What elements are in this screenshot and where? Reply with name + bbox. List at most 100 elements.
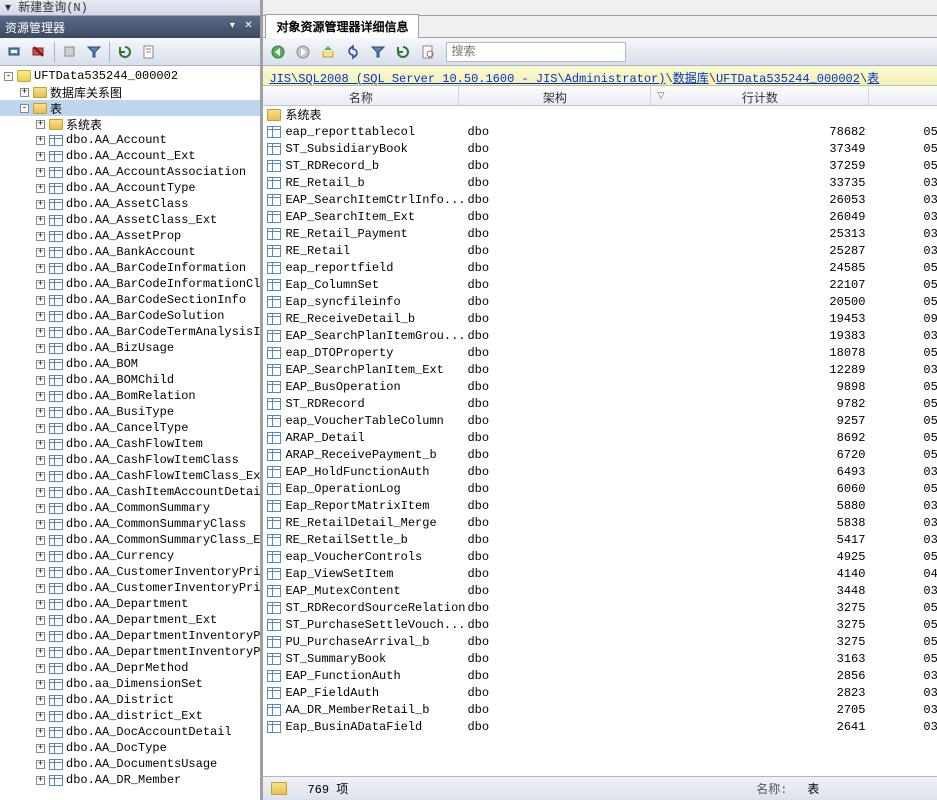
object-explorer-tree[interactable]: -UFTData535244_000002+数据库关系图-表+系统表+dbo.A… <box>0 66 260 800</box>
grid-row[interactable]: Eap_syncfileinfodbo2050005/09/2013 <box>263 293 937 310</box>
expander-icon[interactable]: + <box>36 680 45 689</box>
grid-row[interactable]: AA_DR_MemberRetail_bdbo270503/09/2013 <box>263 701 937 718</box>
tree-node-table[interactable]: +dbo.AA_CashFlowItem <box>0 436 260 452</box>
grid-row[interactable]: EAP_SearchPlanItem_Extdbo1228903/09/2013 <box>263 361 937 378</box>
grid-row[interactable]: EAP_MutexContentdbo344803/09/2013 <box>263 582 937 599</box>
tree-node-table[interactable]: +dbo.AA_BarCodeSectionInfo <box>0 292 260 308</box>
tree-node-table[interactable]: +dbo.AA_district_Ext <box>0 708 260 724</box>
tree-node-table[interactable]: +dbo.AA_DeprMethod <box>0 660 260 676</box>
path-db[interactable]: 数据库 <box>673 72 709 86</box>
tree-node-table[interactable]: +dbo.AA_AccountAssociation <box>0 164 260 180</box>
grid-row[interactable]: EAP_SearchItemCtrlInfo...dbo2605303/09/2… <box>263 191 937 208</box>
expander-icon[interactable]: + <box>36 552 45 561</box>
expander-icon[interactable]: + <box>36 168 45 177</box>
tree-node-table[interactable]: +dbo.AA_CustomerInventoryPri <box>0 564 260 580</box>
grid-row[interactable]: RE_RetailDetail_Mergedbo583803/09/2013 <box>263 514 937 531</box>
grid-row[interactable]: eap_VoucherTableColumndbo925705/25/2009 <box>263 412 937 429</box>
expander-icon[interactable]: + <box>36 248 45 257</box>
tree-node-table[interactable]: +dbo.AA_DocType <box>0 740 260 756</box>
expander-icon[interactable]: + <box>36 136 45 145</box>
col-header-schema[interactable]: 架构 <box>459 86 651 105</box>
grid-row[interactable]: Eap_BusinADataFielddbo264103/09/2013 <box>263 718 937 735</box>
grid-row[interactable]: ST_SubsidiaryBookdbo3734905/25/2009 <box>263 140 937 157</box>
grid-row[interactable]: EAP_BusOperationdbo989805/25/2009 <box>263 378 937 395</box>
up-button[interactable] <box>317 41 339 63</box>
refresh-button[interactable] <box>114 41 136 63</box>
expander-icon[interactable]: - <box>20 104 29 113</box>
tree-node-table[interactable]: +dbo.AA_DepartmentInventoryP <box>0 644 260 660</box>
grid-row[interactable]: ST_PurchaseSettleVouch...dbo327505/25/20… <box>263 616 937 633</box>
properties-button[interactable] <box>138 41 160 63</box>
tree-node-systemtables[interactable]: +系统表 <box>0 116 260 132</box>
filter-button[interactable] <box>83 41 105 63</box>
expander-icon[interactable]: + <box>36 664 45 673</box>
tree-node-table[interactable]: +dbo.AA_BarCodeInformationCl <box>0 276 260 292</box>
grid-row[interactable]: EAP_FieldAuthdbo282303/09/2013 <box>263 684 937 701</box>
grid-row[interactable]: RE_Retail_Paymentdbo2531303/09/2013 <box>263 225 937 242</box>
sync-button[interactable] <box>342 41 364 63</box>
expander-icon[interactable]: + <box>36 264 45 273</box>
tree-node-table[interactable]: +dbo.AA_BarCodeSolution <box>0 308 260 324</box>
grid-row[interactable]: ST_RDRecordSourceRelationdbo327505/25/20… <box>263 599 937 616</box>
col-header-rows[interactable]: ▽行计数 <box>651 86 869 105</box>
grid-row[interactable]: Eap_ColumnSetdbo2210705/25/2009 <box>263 276 937 293</box>
grid-row[interactable]: eap_DTOPropertydbo1807805/25/2009 <box>263 344 937 361</box>
tree-node-table[interactable]: +dbo.AA_Currency <box>0 548 260 564</box>
expander-icon[interactable]: + <box>36 376 45 385</box>
expander-icon[interactable]: + <box>36 584 45 593</box>
grid-row[interactable]: RE_Retail_bdbo3373503/09/2013 <box>263 174 937 191</box>
grid-row[interactable]: RE_RetailSettle_bdbo541703/09/2013 <box>263 531 937 548</box>
expander-icon[interactable]: + <box>36 312 45 321</box>
disconnect-button[interactable] <box>28 41 50 63</box>
expander-icon[interactable]: + <box>36 600 45 609</box>
close-panel-icon[interactable]: ✕ <box>241 20 255 34</box>
tree-node-database[interactable]: -UFTData535244_000002 <box>0 68 260 84</box>
dock-dropdown-icon[interactable]: ▾ <box>225 20 239 34</box>
tree-node-table[interactable]: +dbo.AA_CashFlowItemClass_Ex <box>0 468 260 484</box>
grid-row[interactable]: PU_PurchaseArrival_bdbo327505/25/2009 <box>263 633 937 650</box>
expander-icon[interactable]: + <box>20 88 29 97</box>
grid-row[interactable]: eap_reportfielddbo2458505/25/2009 <box>263 259 937 276</box>
path-dbname[interactable]: UFTData535244_000002 <box>716 72 860 86</box>
tree-node-table[interactable]: +dbo.AA_DepartmentInventoryP <box>0 628 260 644</box>
grid-row[interactable]: ST_SummaryBookdbo316305/25/2009 <box>263 650 937 667</box>
expander-icon[interactable]: + <box>36 152 45 161</box>
grid-row[interactable]: EAP_SearchItem_Extdbo2604903/09/2013 <box>263 208 937 225</box>
tree-node-table[interactable]: +dbo.AA_DR_Member <box>0 772 260 788</box>
path-node[interactable]: 表 <box>867 72 879 86</box>
expander-icon[interactable]: + <box>36 616 45 625</box>
expander-icon[interactable]: + <box>36 456 45 465</box>
grid-row[interactable]: ST_RDRecord_bdbo3725905/25/2009 <box>263 157 937 174</box>
grid-row[interactable]: eap_reporttablecoldbo7868205/25/2009 <box>263 123 937 140</box>
expander-icon[interactable]: + <box>36 344 45 353</box>
tree-node-table[interactable]: +dbo.AA_CustomerInventoryPri <box>0 580 260 596</box>
tree-node-table[interactable]: +dbo.AA_BomRelation <box>0 388 260 404</box>
expander-icon[interactable]: + <box>36 216 45 225</box>
tree-node-table[interactable]: +dbo.AA_DocumentsUsage <box>0 756 260 772</box>
grid-row[interactable]: EAP_HoldFunctionAuthdbo649303/09/2013 <box>263 463 937 480</box>
tree-node-table[interactable]: +dbo.AA_BarCodeInformation <box>0 260 260 276</box>
expander-icon[interactable]: + <box>36 696 45 705</box>
back-button[interactable] <box>267 41 289 63</box>
tree-node-table[interactable]: +dbo.AA_Department <box>0 596 260 612</box>
expander-icon[interactable]: + <box>36 744 45 753</box>
tree-node-table[interactable]: +dbo.AA_District <box>0 692 260 708</box>
search-button[interactable] <box>417 41 439 63</box>
expander-icon[interactable]: + <box>36 280 45 289</box>
tree-node-table[interactable]: +dbo.AA_Account <box>0 132 260 148</box>
tree-node-table[interactable]: +dbo.AA_AccountType <box>0 180 260 196</box>
connect-button[interactable] <box>4 41 26 63</box>
expander-icon[interactable]: + <box>36 712 45 721</box>
tree-node-table[interactable]: +dbo.AA_CancelType <box>0 420 260 436</box>
expander-icon[interactable]: + <box>36 520 45 529</box>
expander-icon[interactable]: + <box>36 440 45 449</box>
tree-node-table[interactable]: +dbo.AA_Department_Ext <box>0 612 260 628</box>
tree-node-table[interactable]: +dbo.AA_CommonSummary <box>0 500 260 516</box>
expander-icon[interactable]: + <box>36 120 45 129</box>
tree-node-table[interactable]: +dbo.AA_BizUsage <box>0 340 260 356</box>
tree-node-table[interactable]: +dbo.AA_Account_Ext <box>0 148 260 164</box>
expander-icon[interactable]: + <box>36 296 45 305</box>
filter-button[interactable] <box>367 41 389 63</box>
path-server[interactable]: JIS\SQL2008 (SQL Server 10.50.1600 - JIS… <box>269 72 665 86</box>
grid-row[interactable]: EAP_FunctionAuthdbo285603/09/2013 <box>263 667 937 684</box>
